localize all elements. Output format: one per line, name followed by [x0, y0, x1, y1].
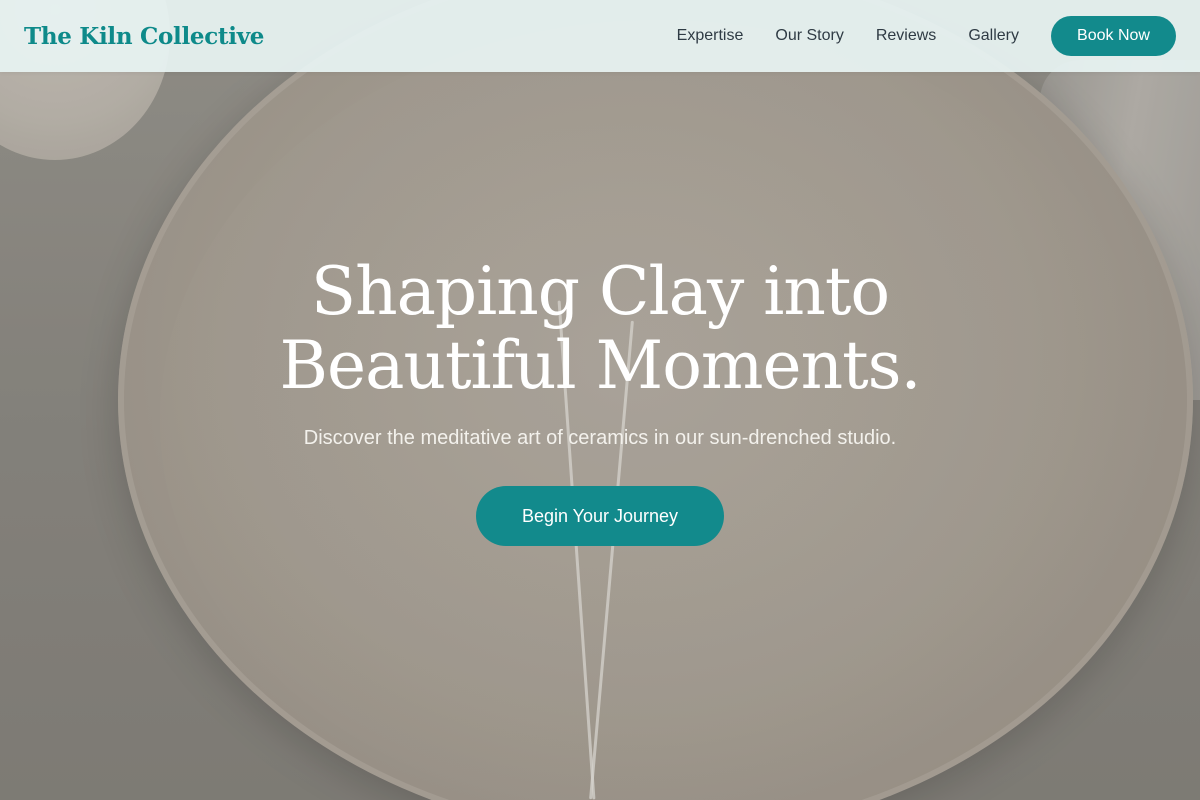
- nav-links: Expertise Our Story Reviews Gallery Book…: [645, 16, 1176, 56]
- hero-title: Shaping Clay into Beautiful Moments.: [0, 255, 1200, 403]
- begin-journey-button[interactable]: Begin Your Journey: [476, 486, 724, 546]
- nav-link-our-story[interactable]: Our Story: [775, 27, 843, 45]
- brand-logo[interactable]: The Kiln Collective: [24, 23, 264, 50]
- nav-link-reviews[interactable]: Reviews: [876, 27, 936, 45]
- top-navbar: The Kiln Collective Expertise Our Story …: [0, 0, 1200, 72]
- nav-link-expertise[interactable]: Expertise: [677, 27, 744, 45]
- hero-content: Shaping Clay into Beautiful Moments. Dis…: [0, 255, 1200, 546]
- book-now-button[interactable]: Book Now: [1051, 16, 1176, 56]
- hero-title-line1: Shaping Clay into: [310, 253, 890, 330]
- hero-subtitle: Discover the meditative art of ceramics …: [303, 427, 897, 449]
- hero-title-line2: Beautiful Moments.: [279, 327, 922, 404]
- nav-link-gallery[interactable]: Gallery: [968, 27, 1019, 45]
